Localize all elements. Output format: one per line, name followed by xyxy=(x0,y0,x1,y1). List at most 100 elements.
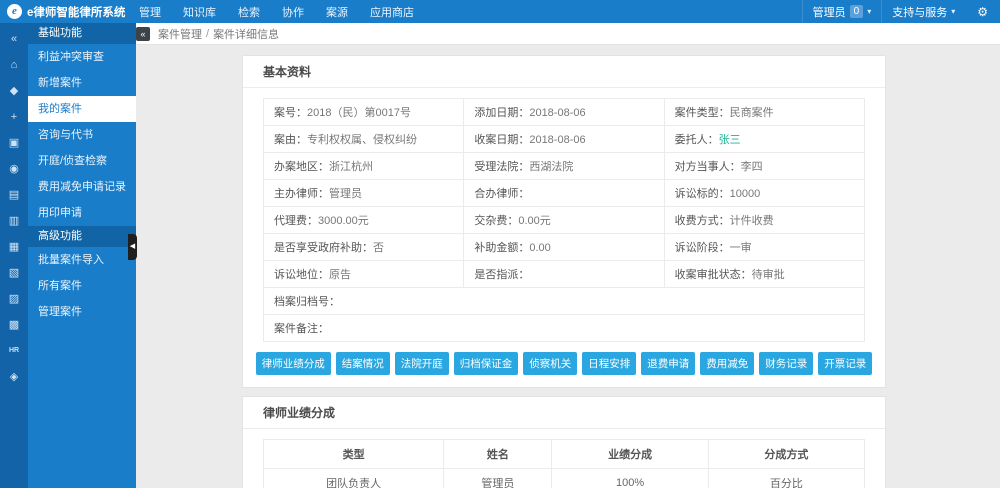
field-label: 办案地区： xyxy=(274,161,329,173)
field-label: 收案日期： xyxy=(474,134,529,146)
case-detail-table: 案号：2018（民）第0017号 添加日期：2018-08-06 案件类型：民商… xyxy=(263,98,865,342)
btn-close-case[interactable]: 结案情况 xyxy=(336,352,390,375)
performance-card: 律师业绩分成 类型 姓名 业绩分成 分成方式 团队负责人 管理员 100% xyxy=(242,396,886,488)
field-label: 合办律师： xyxy=(474,188,529,200)
field-litigation-stage: 诉讼阶段：一审 xyxy=(664,234,864,261)
new-case-icon[interactable]: + xyxy=(0,104,28,130)
detail-row: 档案归档号： xyxy=(264,288,865,315)
perf-cell-split: 100% xyxy=(552,469,708,488)
sidebar-item-conflict-review[interactable]: 利益冲突审查 xyxy=(28,44,136,70)
btn-investigation-organ[interactable]: 侦察机关 xyxy=(523,352,577,375)
app-logo-icon: e xyxy=(7,4,22,19)
topmenu-item-search[interactable]: 检索 xyxy=(227,0,271,23)
seal-icon[interactable]: ▦ xyxy=(0,234,28,260)
field-agency-fee: 代理费：3000.00元 xyxy=(264,207,464,234)
sidebar-collapse-handle[interactable]: ◀ xyxy=(128,234,137,260)
btn-performance-split[interactable]: 律师业绩分成 xyxy=(256,352,331,375)
breadcrumb: « 案件管理 / 案件详细信息 xyxy=(128,23,1000,45)
sidebar-item-fee-waiver-records[interactable]: 费用减免申请记录 xyxy=(28,174,136,200)
detail-row: 办案地区：浙江杭州 受理法院：西湖法院 对方当事人：李四 xyxy=(264,153,865,180)
menu-section-advanced: 高级功能 xyxy=(28,226,136,247)
field-charge-method: 收费方式：计件收费 xyxy=(664,207,864,234)
field-approval-status: 收案审批状态：待审批 xyxy=(664,261,864,288)
field-gov-subsidy: 是否享受政府补助：否 xyxy=(264,234,464,261)
conflict-review-icon[interactable]: ◆ xyxy=(0,78,28,104)
field-value: 李四 xyxy=(741,161,763,173)
field-label: 收案审批状态： xyxy=(675,269,752,281)
field-accept-date: 收案日期：2018-08-06 xyxy=(464,126,664,153)
field-value: 3000.00元 xyxy=(318,215,369,227)
detail-row: 案件备注： xyxy=(264,315,865,342)
advanced-icon[interactable]: ▧ xyxy=(0,260,28,286)
sidebar-item-new-case[interactable]: 新增案件 xyxy=(28,70,136,96)
home-icon[interactable]: ⌂ xyxy=(0,52,28,78)
sidebar-item-my-cases[interactable]: 我的案件 xyxy=(28,96,136,122)
field-value: 2018-08-06 xyxy=(529,107,585,119)
sidebar-item-seal-request[interactable]: 用印申请 xyxy=(28,200,136,226)
field-value: 否 xyxy=(373,242,384,254)
detail-row: 案号：2018（民）第0017号 添加日期：2018-08-06 案件类型：民商… xyxy=(264,99,865,126)
consult-icon[interactable]: ◉ xyxy=(0,156,28,182)
perf-header-split: 业绩分成 xyxy=(552,440,708,469)
field-value: 0.00元 xyxy=(518,215,550,227)
performance-data-row: 团队负责人 管理员 100% 百分比 xyxy=(264,469,865,488)
perf-cell-method: 百分比 xyxy=(708,469,864,488)
field-label: 受理法院： xyxy=(474,161,529,173)
field-case-notes: 案件备注： xyxy=(264,315,865,342)
detail-row: 诉讼地位：原告 是否指派： 收案审批状态：待审批 xyxy=(264,261,865,288)
field-label: 对方当事人： xyxy=(675,161,741,173)
btn-court-session[interactable]: 法院开庭 xyxy=(395,352,449,375)
btn-finance-records[interactable]: 财务记录 xyxy=(759,352,813,375)
topmenu-item-collaborate[interactable]: 协作 xyxy=(271,0,315,23)
breadcrumb-parent[interactable]: 案件管理 xyxy=(158,26,202,42)
field-value: 待审批 xyxy=(752,269,785,281)
field-value: 民商案件 xyxy=(730,107,774,119)
field-subsidy-amount: 补助金额：0.00 xyxy=(464,234,664,261)
topbar-right: 管理员 0 ▾ 支持与服务 ▾ ⚙ xyxy=(802,0,1000,23)
topmenu-item-case-source[interactable]: 案源 xyxy=(315,0,359,23)
sidebar-item-court-investigation[interactable]: 开庭/侦查检察 xyxy=(28,148,136,174)
app-window: e e律师智能律所系统 管理 知识库 检索 协作 案源 应用商店 管理员 0 ▾… xyxy=(0,0,1000,488)
user-menu[interactable]: 管理员 0 ▾ xyxy=(802,0,882,23)
sidebar-item-all-cases[interactable]: 所有案件 xyxy=(28,273,136,299)
sidebar-item-consult[interactable]: 咨询与代书 xyxy=(28,122,136,148)
fee-record-icon[interactable]: ▥ xyxy=(0,208,28,234)
hr-icon[interactable]: HR xyxy=(0,338,28,364)
btn-schedule[interactable]: 日程安排 xyxy=(582,352,636,375)
detail-row: 代理费：3000.00元 交杂费：0.00元 收费方式：计件收费 xyxy=(264,207,865,234)
topmenu-item-manage[interactable]: 管理 xyxy=(128,0,172,23)
sidebar-item-manage-cases[interactable]: 管理案件 xyxy=(28,299,136,325)
detail-row: 是否享受政府补助：否 补助金额：0.00 诉讼阶段：一审 xyxy=(264,234,865,261)
field-opposing-party: 对方当事人：李四 xyxy=(664,153,864,180)
import-icon[interactable]: ▨ xyxy=(0,286,28,312)
main-content: « 案件管理 / 案件详细信息 基本资料 案号：2018（民）第0017号 添加… xyxy=(128,23,1000,488)
all-cases-icon[interactable]: ▩ xyxy=(0,312,28,338)
field-label: 添加日期： xyxy=(474,107,529,119)
menu-section-basic: 基础功能 xyxy=(28,23,136,44)
field-value: 2018-08-06 xyxy=(529,134,585,146)
performance-table: 类型 姓名 业绩分成 分成方式 团队负责人 管理员 100% 百分比 xyxy=(263,439,865,488)
field-misc-fee: 交杂费：0.00元 xyxy=(464,207,664,234)
btn-fee-waiver[interactable]: 费用减免 xyxy=(700,352,754,375)
support-menu[interactable]: 支持与服务 ▾ xyxy=(881,0,965,23)
topmenu-item-knowledge[interactable]: 知识库 xyxy=(172,0,227,23)
btn-archive-deposit[interactable]: 归档保证金 xyxy=(454,352,519,375)
apps-icon[interactable]: ◈ xyxy=(0,364,28,390)
btn-refund-request[interactable]: 退费申请 xyxy=(641,352,695,375)
topmenu-item-app-store[interactable]: 应用商店 xyxy=(359,0,425,23)
detail-row: 案由：专利权权属、侵权纠纷 收案日期：2018-08-06 委托人：张三 xyxy=(264,126,865,153)
sidebar-item-batch-import[interactable]: 批量案件导入 xyxy=(28,247,136,273)
client-link[interactable]: 张三 xyxy=(719,134,741,146)
field-region: 办案地区：浙江杭州 xyxy=(264,153,464,180)
perf-cell-name: 管理员 xyxy=(444,469,552,488)
field-label: 交杂费： xyxy=(474,215,518,227)
court-icon[interactable]: ▤ xyxy=(0,182,28,208)
field-lead-lawyer: 主办律师：管理员 xyxy=(264,180,464,207)
breadcrumb-toggle-icon[interactable]: « xyxy=(136,27,150,41)
perf-header-name: 姓名 xyxy=(444,440,552,469)
settings-gear-icon[interactable]: ⚙ xyxy=(965,5,1000,19)
my-cases-icon[interactable]: ▣ xyxy=(0,130,28,156)
collapse-icon[interactable]: « xyxy=(0,26,28,52)
btn-invoice-records[interactable]: 开票记录 xyxy=(818,352,872,375)
action-button-row: 律师业绩分成 结案情况 法院开庭 归档保证金 侦察机关 日程安排 退费申请 费用… xyxy=(243,347,885,387)
